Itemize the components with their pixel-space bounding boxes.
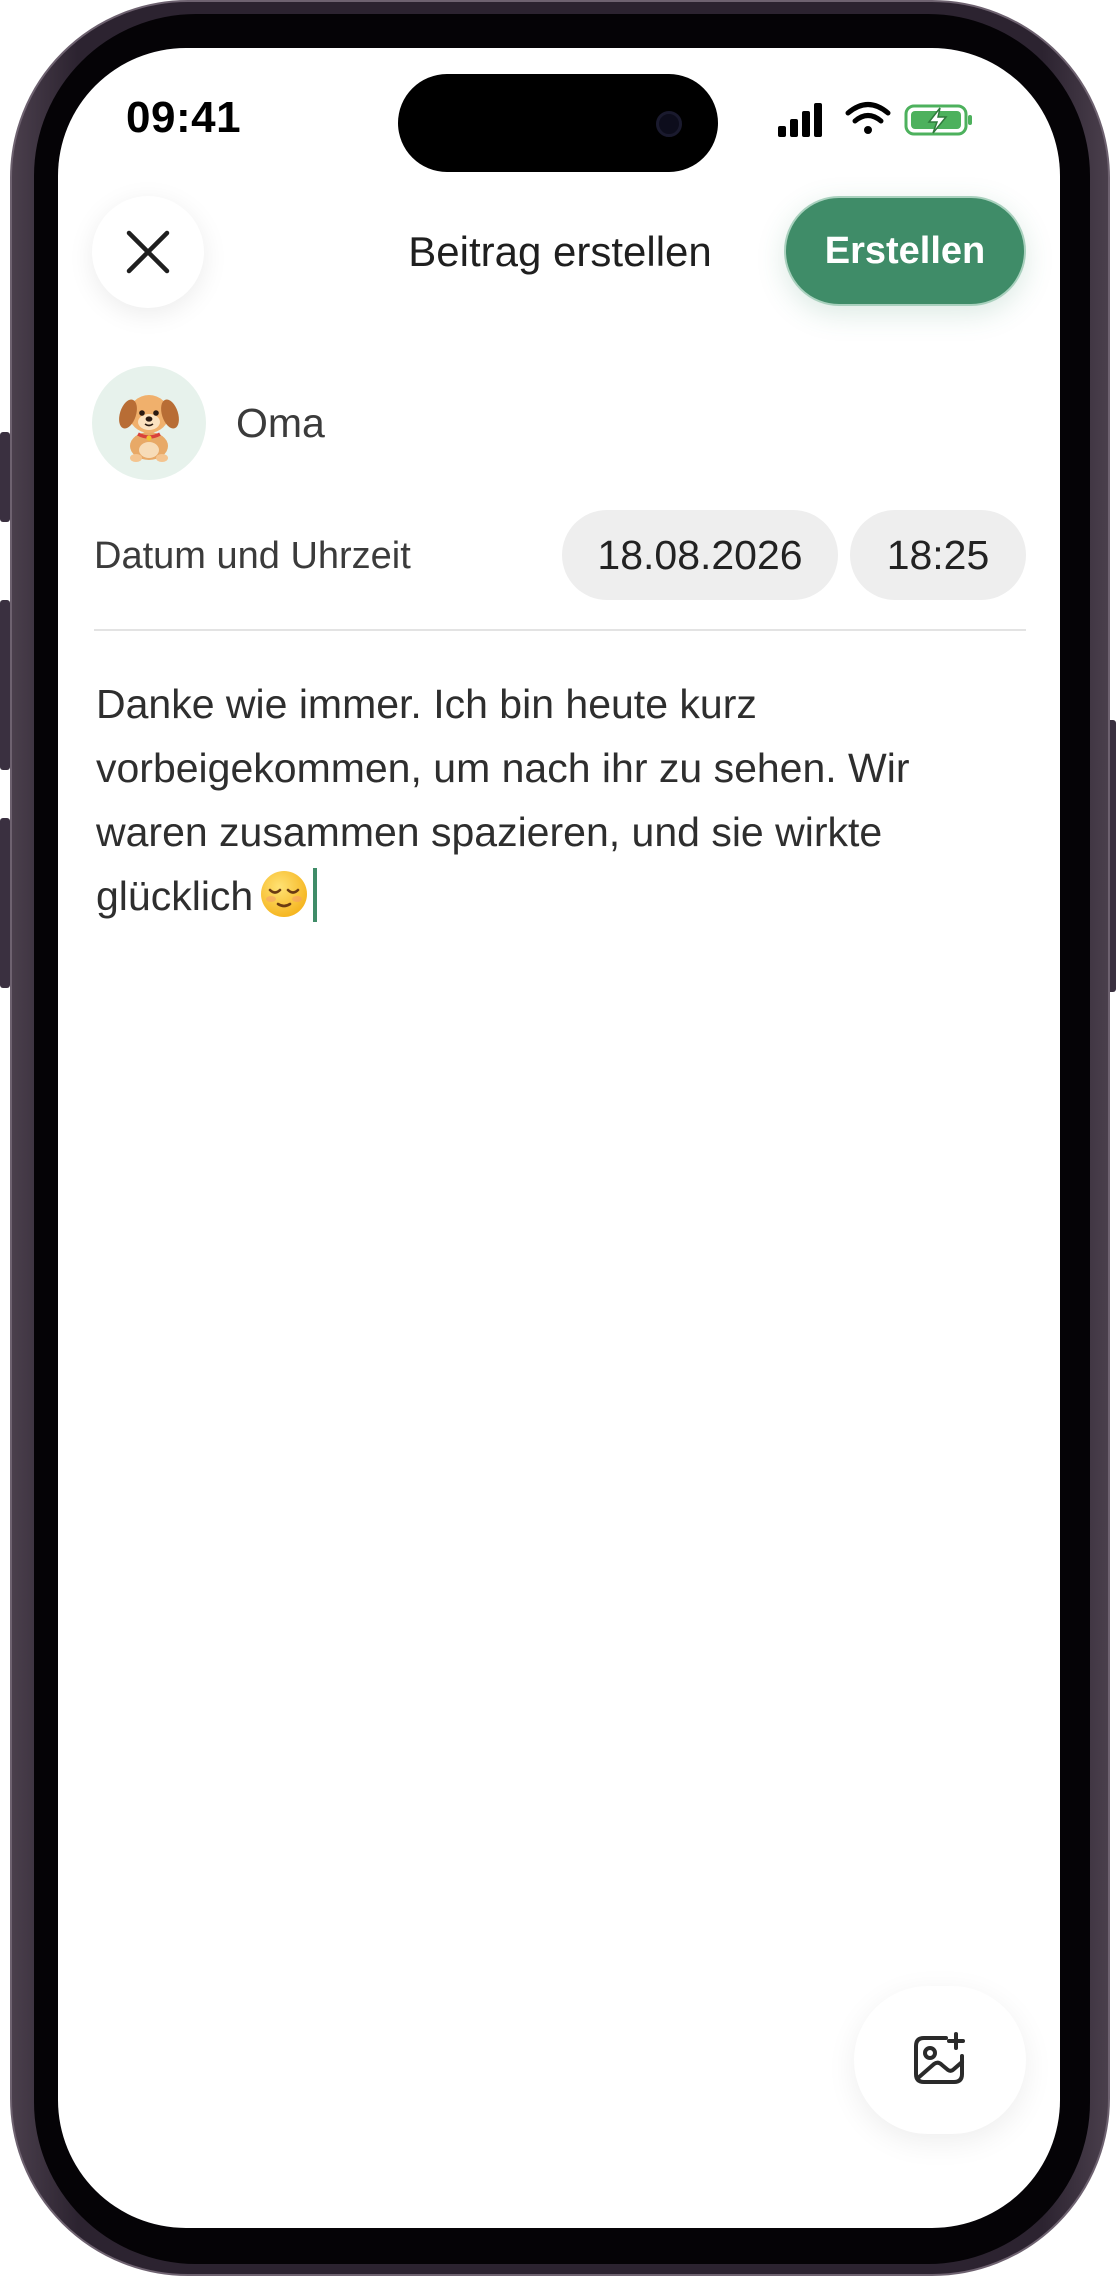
datetime-label: Datum und Uhrzeit xyxy=(94,535,411,577)
create-button[interactable]: Erstellen xyxy=(784,196,1026,306)
add-media-button[interactable] xyxy=(854,1986,1026,2134)
volume-up-button xyxy=(0,600,10,770)
close-icon xyxy=(126,230,170,274)
device-stage: 09:41 Beitrag erstellen Erstellen Oma Da… xyxy=(0,0,1116,2276)
close-button[interactable] xyxy=(92,196,204,308)
time-picker-button[interactable]: 18:25 xyxy=(850,510,1026,600)
post-text-area[interactable]: Danke wie immer. Ich bin heute kurz vorb… xyxy=(96,672,1026,937)
dynamic-island xyxy=(398,74,718,172)
add-image-icon xyxy=(914,2032,965,2084)
battery-charging-icon xyxy=(904,104,972,136)
avatar[interactable] xyxy=(92,366,206,480)
text-caret xyxy=(313,868,318,922)
author-name: Oma xyxy=(236,400,325,446)
date-picker-button[interactable]: 18.08.2026 xyxy=(562,510,838,600)
divider xyxy=(94,629,1026,631)
status-icons xyxy=(776,100,976,140)
cellular-signal-icon xyxy=(778,103,822,137)
relieved-face-emoji-icon xyxy=(259,869,309,937)
page-title: Beitrag erstellen xyxy=(408,228,712,275)
volume-down-button xyxy=(0,818,10,988)
post-text: Danke wie immer. Ich bin heute kurz vorb… xyxy=(96,681,910,919)
mute-switch xyxy=(0,432,10,522)
app-screen xyxy=(58,48,1060,2228)
status-time: 09:41 xyxy=(126,93,242,142)
camera-lens xyxy=(656,111,682,137)
puppy-avatar-icon xyxy=(119,395,179,462)
wifi-icon xyxy=(845,102,891,134)
